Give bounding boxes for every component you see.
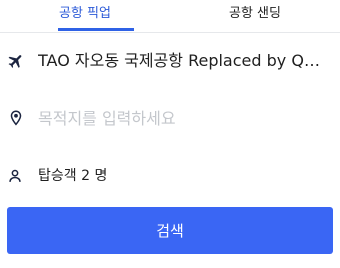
destination-input[interactable]	[38, 106, 318, 130]
destination-field	[0, 106, 340, 132]
pickup-location-field[interactable]: TAO 자오동 국제공항 Replaced by Qingdao Jiaodon…	[0, 48, 340, 74]
tab-bar: 공항 픽업 공항 샌딩	[0, 0, 340, 33]
tab-airport-sending[interactable]: 공항 샌딩	[170, 0, 340, 32]
search-button[interactable]: 검색	[7, 207, 333, 254]
active-tab-indicator	[58, 28, 134, 31]
airplane-icon	[7, 52, 25, 70]
passenger-count-field[interactable]: 탑승객 2 명	[0, 166, 340, 188]
pickup-location-text: TAO 자오동 국제공항 Replaced by Qingdao Jiaodon…	[38, 51, 324, 70]
person-icon	[8, 169, 22, 183]
location-pin-icon	[7, 109, 25, 127]
passenger-count-text: 탑승객 2 명	[38, 168, 108, 184]
